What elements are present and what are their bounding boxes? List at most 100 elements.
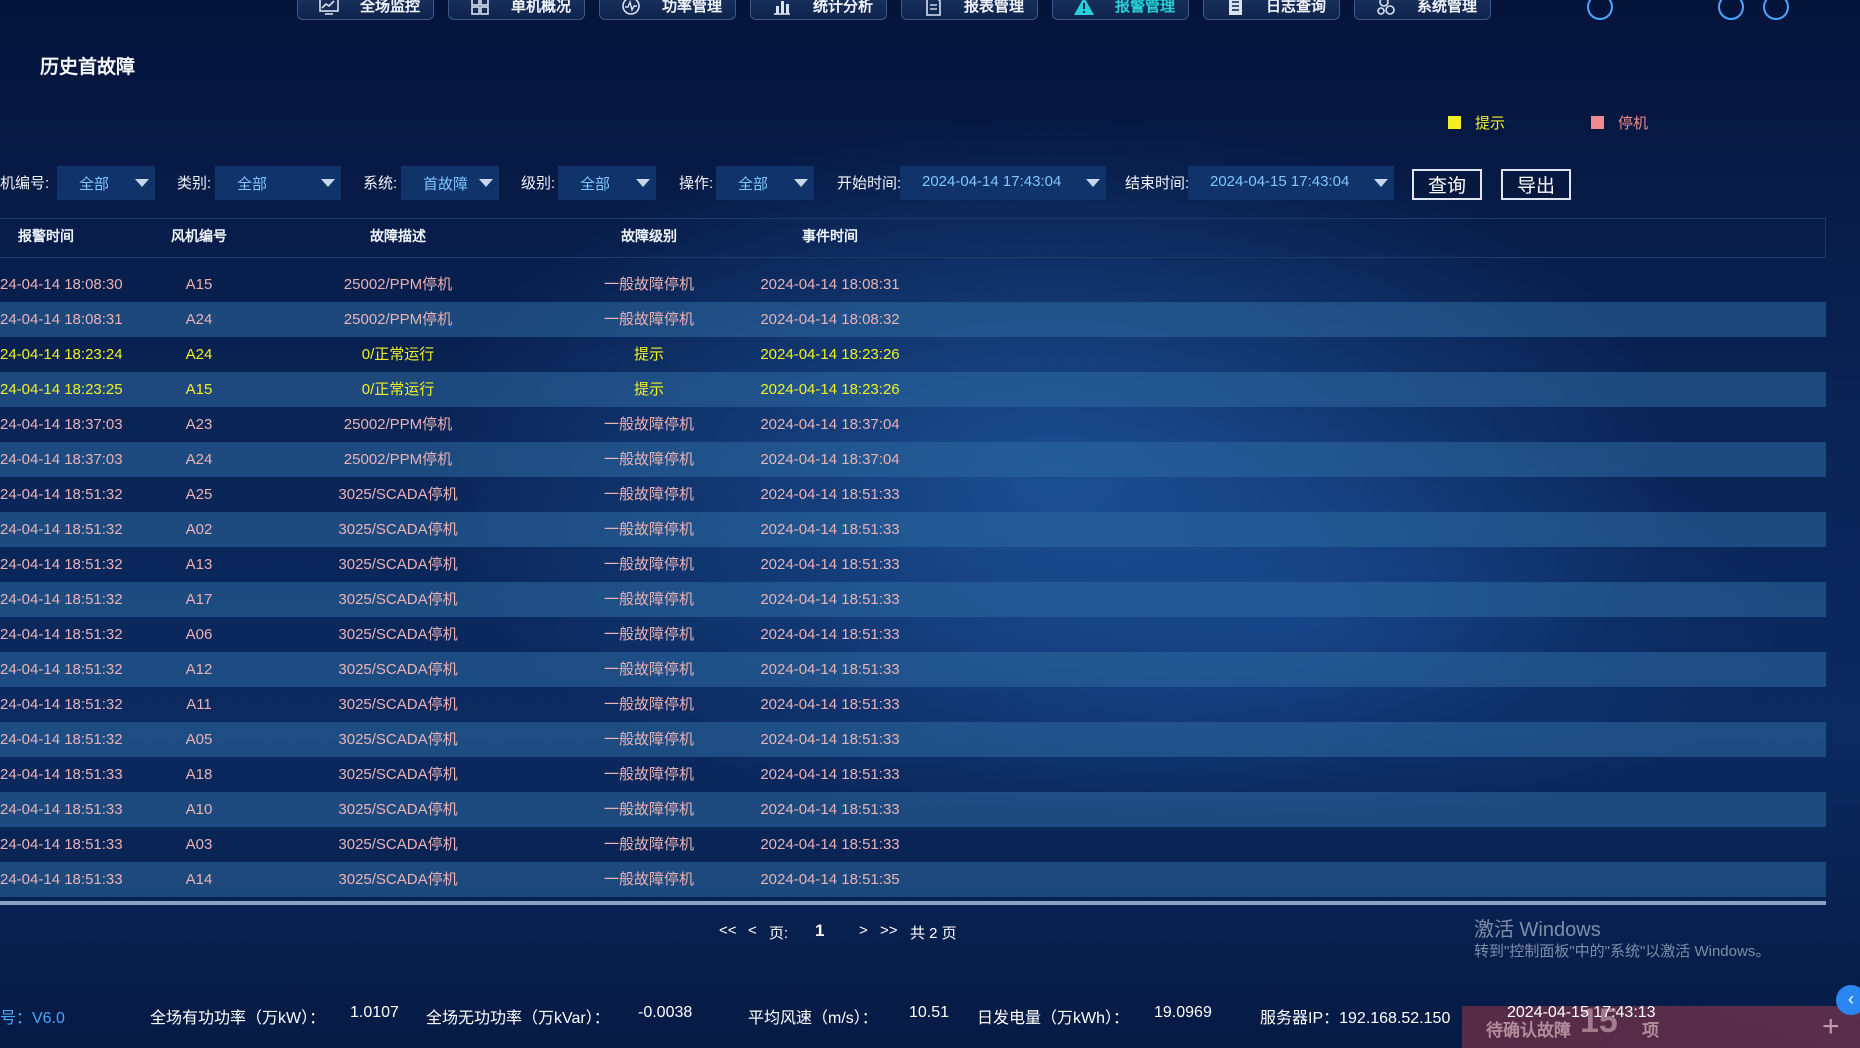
windows-watermark-text: 转到"控制面板"中的"系统"以激活 Windows。 bbox=[1474, 943, 1771, 960]
nav-single-overview[interactable]: 单机概况 bbox=[448, 0, 585, 20]
cell-description: 3025/SCADA停机 bbox=[338, 766, 458, 783]
cell-description: 25002/PPM停机 bbox=[343, 311, 453, 328]
nav-label: 系统管理 bbox=[1417, 0, 1478, 15]
start-time-picker[interactable]: 2024-04-14 17:43:04 bbox=[900, 166, 1106, 200]
last-page-button[interactable]: >> bbox=[880, 922, 898, 939]
settings-people-icon bbox=[1377, 0, 1395, 15]
power-gauge-icon bbox=[622, 0, 640, 15]
table-row[interactable]: 24-04-14 18:51:32 A05 3025/SCADA停机 一般故障停机 20… bbox=[0, 722, 1826, 757]
cell-level: 一般故障停机 bbox=[603, 276, 694, 293]
expand-plus-icon[interactable]: + bbox=[1822, 1010, 1840, 1044]
next-page-button[interactable]: > bbox=[859, 922, 868, 939]
system-select-value: 首故障 bbox=[423, 176, 469, 193]
header-turbine[interactable]: 风机编号 bbox=[159, 219, 239, 254]
header-level[interactable]: 故障级别 bbox=[584, 219, 714, 254]
cell-level: 一般故障停机 bbox=[603, 591, 694, 608]
cell-alarm-time: 24-04-14 18:51:33 bbox=[0, 871, 123, 888]
user-icon[interactable] bbox=[1587, 0, 1613, 20]
level-filter-label: 级别: bbox=[521, 175, 556, 192]
cell-event-time: 2024-04-14 18:37:04 bbox=[760, 451, 900, 468]
start-time-label: 开始时间: bbox=[837, 175, 902, 192]
table-scrollbar[interactable] bbox=[0, 901, 1826, 905]
start-time-value: 2024-04-14 17:43:04 bbox=[922, 173, 1062, 190]
windows-watermark-title: 激活 Windows bbox=[1474, 919, 1601, 941]
cell-event-time: 2024-04-14 18:51:33 bbox=[760, 521, 900, 538]
nav-system-management[interactable]: 系统管理 bbox=[1354, 0, 1491, 20]
cell-level: 一般故障停机 bbox=[603, 836, 694, 853]
table-row[interactable]: 24-04-14 18:51:32 A12 3025/SCADA停机 一般故障停机 20… bbox=[0, 652, 1826, 687]
cell-level: 一般故障停机 bbox=[603, 556, 694, 573]
table-row[interactable]: 24-04-14 18:51:33 A03 3025/SCADA停机 一般故障停机 20… bbox=[0, 827, 1826, 862]
legend-stop: 停机 bbox=[1591, 112, 1648, 133]
table-row[interactable]: 24-04-14 18:23:24 A24 0/正常运行 提示 2024-04-14 1… bbox=[0, 337, 1826, 372]
level-select[interactable]: 全部 bbox=[558, 166, 656, 200]
cell-event-time: 2024-04-14 18:37:04 bbox=[760, 416, 900, 433]
table-row[interactable]: 24-04-14 18:51:32 A02 3025/SCADA停机 一般故障停机 20… bbox=[0, 512, 1826, 547]
nav-label: 功率管理 bbox=[662, 0, 723, 15]
header-event-time[interactable]: 事件时间 bbox=[740, 219, 920, 254]
operation-select-value: 全部 bbox=[738, 176, 769, 193]
export-button[interactable]: 导出 bbox=[1501, 169, 1571, 200]
table-row[interactable]: 24-04-14 18:51:32 A17 3025/SCADA停机 一般故障停机 20… bbox=[0, 582, 1826, 617]
cell-event-time: 2024-04-14 18:51:33 bbox=[760, 696, 900, 713]
cell-alarm-time: 24-04-14 18:51:33 bbox=[0, 766, 123, 783]
table-row[interactable]: 24-04-14 18:51:32 A13 3025/SCADA停机 一般故障停机 20… bbox=[0, 547, 1826, 582]
nav-statistics[interactable]: 统计分析 bbox=[750, 0, 887, 20]
grid-icon bbox=[471, 0, 489, 15]
table-row[interactable]: 24-04-14 18:08:30 A15 25002/PPM停机 一般故障停机 202… bbox=[0, 267, 1826, 302]
cell-alarm-time: 24-04-14 18:51:33 bbox=[0, 836, 123, 853]
header-description[interactable]: 故障描述 bbox=[298, 219, 498, 254]
current-page[interactable]: 1 bbox=[815, 921, 824, 941]
cell-turbine: A15 bbox=[185, 276, 213, 293]
cell-description: 3025/SCADA停机 bbox=[338, 591, 458, 608]
home-icon[interactable] bbox=[1718, 0, 1744, 20]
turbine-select-value: 全部 bbox=[79, 176, 110, 193]
reactive-power-label: 全场无功功率（万kVar）： bbox=[426, 1010, 610, 1027]
cell-turbine: A15 bbox=[185, 381, 213, 398]
table-row[interactable]: 24-04-14 18:51:33 A18 3025/SCADA停机 一般故障停机 20… bbox=[0, 757, 1826, 792]
end-time-picker[interactable]: 2024-04-15 17:43:04 bbox=[1188, 166, 1394, 200]
table-row[interactable]: 24-04-14 18:37:03 A24 25002/PPM停机 一般故障停机 202… bbox=[0, 442, 1826, 477]
wind-speed-value: 10.51 bbox=[909, 1004, 950, 1021]
nav-log-query[interactable]: 日志查询 bbox=[1203, 0, 1340, 20]
query-button[interactable]: 查询 bbox=[1412, 169, 1482, 200]
cell-turbine: A17 bbox=[185, 591, 213, 608]
power-icon[interactable] bbox=[1763, 0, 1789, 20]
header-alarm-time[interactable]: 报警时间 bbox=[18, 219, 138, 254]
cell-level: 一般故障停机 bbox=[603, 696, 694, 713]
table-row[interactable]: 24-04-14 18:51:33 A14 3025/SCADA停机 一般故障停机 20… bbox=[0, 862, 1826, 897]
nav-power-management[interactable]: 功率管理 bbox=[599, 0, 736, 20]
first-page-button[interactable]: << bbox=[719, 922, 737, 939]
cell-description: 3025/SCADA停机 bbox=[338, 521, 458, 538]
cell-description: 25002/PPM停机 bbox=[343, 451, 453, 468]
nav-site-monitor[interactable]: 全场监控 bbox=[297, 0, 434, 20]
system-select[interactable]: 首故障 bbox=[401, 166, 499, 200]
cell-description: 3025/SCADA停机 bbox=[338, 871, 458, 888]
nav-alarm-management[interactable]: 报警管理 bbox=[1052, 0, 1189, 20]
reactive-power-value: -0.0038 bbox=[638, 1004, 693, 1021]
cell-level: 一般故障停机 bbox=[603, 416, 694, 433]
cell-level: 一般故障停机 bbox=[603, 801, 694, 818]
table-row[interactable]: 24-04-14 18:51:32 A06 3025/SCADA停机 一般故障停机 20… bbox=[0, 617, 1826, 652]
table-row[interactable]: 24-04-14 18:51:33 A10 3025/SCADA停机 一般故障停机 20… bbox=[0, 792, 1826, 827]
category-select[interactable]: 全部 bbox=[215, 166, 341, 200]
cell-description: 25002/PPM停机 bbox=[343, 276, 453, 293]
cell-turbine: A05 bbox=[185, 731, 213, 748]
table-row[interactable]: 24-04-14 18:51:32 A11 3025/SCADA停机 一般故障停机 20… bbox=[0, 687, 1826, 722]
operation-select[interactable]: 全部 bbox=[716, 166, 814, 200]
log-icon bbox=[1229, 0, 1242, 15]
table-row[interactable]: 24-04-14 18:51:32 A25 3025/SCADA停机 一般故障停机 20… bbox=[0, 477, 1826, 512]
cell-level: 一般故障停机 bbox=[603, 451, 694, 468]
table-row[interactable]: 24-04-14 18:08:31 A24 25002/PPM停机 一般故障停机 202… bbox=[0, 302, 1826, 337]
cell-level: 提示 bbox=[633, 381, 664, 398]
cell-description: 3025/SCADA停机 bbox=[338, 836, 458, 853]
page-total: 共 2 页 bbox=[910, 925, 957, 942]
cell-turbine: A02 bbox=[185, 521, 213, 538]
table-row[interactable]: 24-04-14 18:23:25 A15 0/正常运行 提示 2024-04-14 1… bbox=[0, 372, 1826, 407]
table-row[interactable]: 24-04-14 18:37:03 A23 25002/PPM停机 一般故障停机 202… bbox=[0, 407, 1826, 442]
chevron-left-icon[interactable]: ‹ bbox=[1836, 985, 1860, 1015]
category-select-value: 全部 bbox=[237, 176, 268, 193]
turbine-select[interactable]: 全部 bbox=[57, 166, 155, 200]
nav-report-management[interactable]: 报表管理 bbox=[901, 0, 1038, 20]
prev-page-button[interactable]: < bbox=[748, 922, 757, 939]
